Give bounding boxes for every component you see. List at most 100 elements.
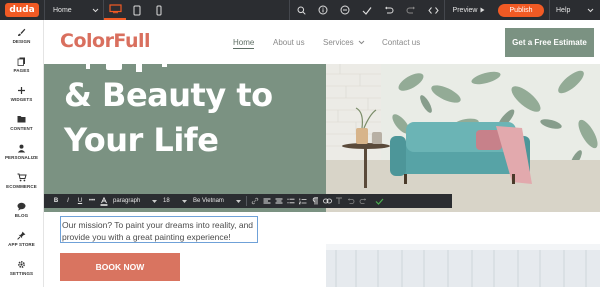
underline-button[interactable]: U xyxy=(74,194,86,208)
sidebar-item-label: PERSONALIZE xyxy=(4,155,39,160)
sidebar-item-pages[interactable]: PAGES xyxy=(0,51,43,78)
redo-icon xyxy=(359,197,367,204)
more-icon[interactable]: ••• xyxy=(86,194,98,208)
chat-icon xyxy=(17,201,27,211)
link-button[interactable] xyxy=(249,194,261,208)
info-button[interactable] xyxy=(312,0,334,20)
font-size-value: 18 xyxy=(163,198,170,204)
redo-icon xyxy=(406,6,415,13)
help-label: Help xyxy=(556,6,571,14)
gear-icon xyxy=(17,259,27,269)
free-estimate-button[interactable]: Get a Free Estimate xyxy=(505,28,594,57)
sidebar-item-label: PAGES xyxy=(13,68,30,73)
sidebar-item-label: DESIGN xyxy=(12,39,31,44)
comment-icon xyxy=(340,5,350,15)
sidebar-item-app-store[interactable]: APP STORE xyxy=(0,225,43,252)
paragraph-style-value: paragraph xyxy=(113,198,141,204)
publish-button[interactable]: Publish xyxy=(498,3,544,17)
sidebar-item-widgets[interactable]: WIDGETS xyxy=(0,80,43,107)
sidebar-item-personalize[interactable]: PERSONALIZE xyxy=(0,138,43,165)
code-button[interactable] xyxy=(422,0,444,20)
mobile-view-button[interactable] xyxy=(148,0,170,20)
book-now-button[interactable]: BOOK NOW xyxy=(60,253,180,281)
redo-button[interactable] xyxy=(400,0,422,20)
align-left-button[interactable] xyxy=(261,194,273,208)
checklist-button[interactable] xyxy=(356,0,378,20)
undo-icon xyxy=(385,6,394,13)
painted-wall-image xyxy=(326,244,600,287)
preview-button[interactable]: Preview xyxy=(445,0,493,20)
nav-about[interactable]: About us xyxy=(273,38,305,47)
text-color-button[interactable] xyxy=(98,194,110,208)
hero-heading-line-2[interactable]: Your Life xyxy=(64,121,219,159)
sidebar-item-design[interactable]: DESIGN xyxy=(0,22,43,49)
align-center-button[interactable] xyxy=(273,194,285,208)
plus-icon xyxy=(17,85,27,95)
confirm-text-button[interactable] xyxy=(373,194,385,208)
sidebar-item-label: CONTENT xyxy=(10,126,33,131)
help-menu[interactable]: Help xyxy=(550,0,600,20)
sidebar-item-label: APP STORE xyxy=(8,242,35,247)
hero-heading-line-1[interactable]: & Beauty to xyxy=(64,76,273,114)
sidebar-item-ecommerce[interactable]: ECOMMERCE xyxy=(0,167,43,194)
nav-contact[interactable]: Contact us xyxy=(382,38,420,47)
site-brand[interactable]: ColorFull xyxy=(60,30,151,52)
caret-down-icon xyxy=(152,199,157,203)
numbered-list-icon xyxy=(299,198,307,204)
duda-logo[interactable]: duda xyxy=(0,0,44,20)
sidebar-item-content[interactable]: CONTENT xyxy=(0,109,43,136)
caret-down-icon xyxy=(236,199,241,203)
tablet-view-button[interactable] xyxy=(126,0,148,20)
secondary-image[interactable] xyxy=(326,244,600,287)
top-toolbar: duda Home Preview Publish Help xyxy=(0,0,600,20)
clear-format-button[interactable] xyxy=(333,194,345,208)
text-color-icon xyxy=(100,196,108,206)
dynamic-content-button[interactable] xyxy=(321,194,333,208)
italic-button[interactable]: I xyxy=(62,194,74,208)
sidebar-item-settings[interactable]: SETTINGS xyxy=(0,254,43,281)
desktop-icon xyxy=(108,4,122,14)
sidebar-item-label: WIDGETS xyxy=(10,97,33,102)
checkmark-icon xyxy=(362,6,372,15)
cart-icon xyxy=(17,172,27,182)
clear-format-icon xyxy=(336,197,342,204)
nav-home[interactable]: Home xyxy=(233,38,255,49)
page-selector[interactable]: Home xyxy=(45,0,103,20)
hero-image[interactable] xyxy=(326,64,600,212)
text-redo-button[interactable] xyxy=(357,194,369,208)
text-format-toolbar: B I U ••• paragraph 18 Be Vietnam xyxy=(44,194,452,208)
bulleted-list-button[interactable] xyxy=(285,194,297,208)
undo-icon xyxy=(347,197,355,204)
comments-button[interactable] xyxy=(334,0,356,20)
nav-services-label: Services xyxy=(323,38,354,47)
sidebar-item-label: ECOMMERCE xyxy=(6,184,37,189)
divider xyxy=(246,196,247,206)
link-icon xyxy=(251,197,259,205)
bold-button[interactable]: B xyxy=(50,194,62,208)
align-left-icon xyxy=(263,198,271,203)
font-family-select[interactable]: Be Vietnam xyxy=(190,194,244,208)
pin-icon xyxy=(17,230,27,240)
sidebar-item-label: BLOG xyxy=(14,213,29,218)
search-button[interactable] xyxy=(290,0,312,20)
chevron-down-icon xyxy=(587,8,594,12)
numbered-list-button[interactable] xyxy=(297,194,309,208)
hero-section: & Beauty to Your Life xyxy=(44,64,600,212)
paragraph-style-select[interactable]: paragraph xyxy=(110,194,160,208)
chevron-down-icon xyxy=(92,8,99,12)
nav-services[interactable]: Services xyxy=(323,38,365,47)
align-center-icon xyxy=(275,198,283,203)
font-size-select[interactable]: 18 xyxy=(160,194,190,208)
logo-text: duda xyxy=(5,3,39,17)
undo-button[interactable] xyxy=(378,0,400,20)
text-undo-button[interactable] xyxy=(345,194,357,208)
code-icon xyxy=(427,6,439,14)
paragraph-direction-button[interactable] xyxy=(309,194,321,208)
left-sidebar: DESIGN PAGES WIDGETS CONTENT PERSONALIZE… xyxy=(0,20,44,287)
font-family-value: Be Vietnam xyxy=(193,198,224,204)
chain-icon xyxy=(322,198,332,204)
mission-text-block[interactable]: Our mission? To paint your dreams into r… xyxy=(60,216,258,243)
desktop-view-button[interactable] xyxy=(104,0,126,20)
sidebar-item-blog[interactable]: BLOG xyxy=(0,196,43,223)
tablet-icon xyxy=(133,5,141,15)
